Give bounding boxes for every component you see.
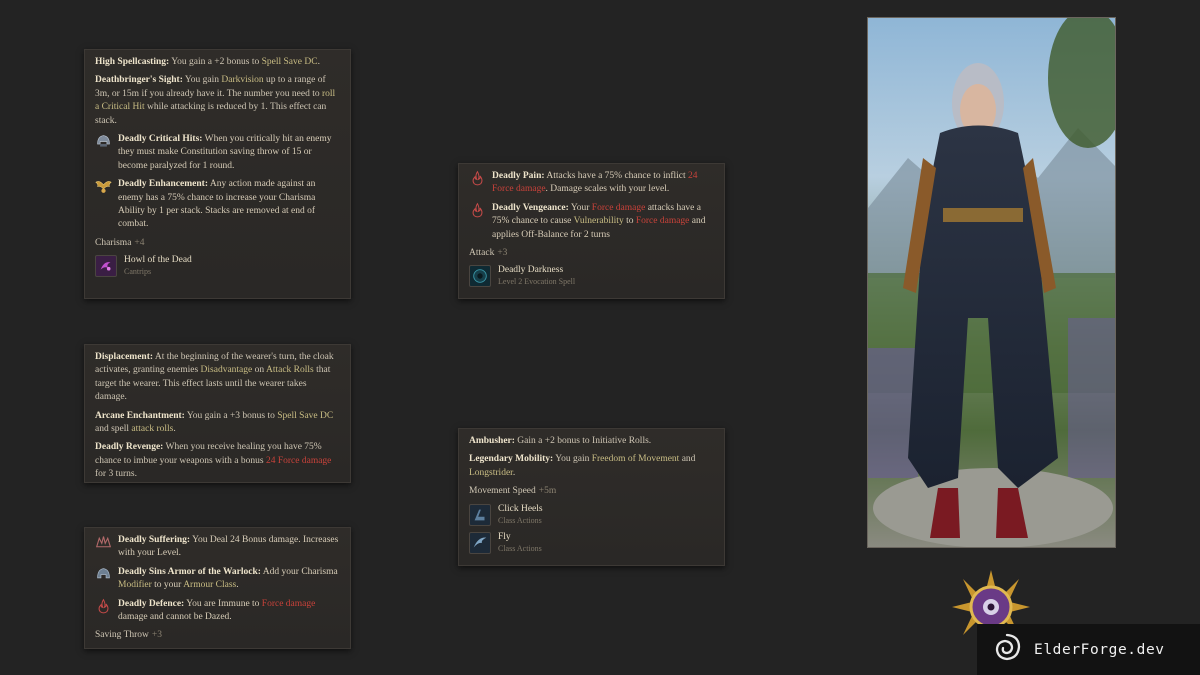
red-flame-icon [469, 170, 486, 187]
property-arcane-enchantment: Arcane Enchantment: You gain a +3 bonus … [95, 410, 334, 435]
tooltip-panel-cloak: Displacement: At the beginning of the we… [84, 344, 351, 483]
property-deadly-suffering: Deadly Suffering: You Deal 24 Bonus dama… [95, 534, 340, 561]
spiked-crown-icon [95, 534, 112, 551]
tooltip-panel-helmet: High Spellcasting: You gain a +2 bonus t… [84, 49, 351, 299]
golden-wings-icon [95, 178, 112, 195]
tooltip-panel-boots: Ambusher: Gain a +2 bonus to Initiative … [458, 428, 725, 566]
property-deathbringers-sight: Deathbringer's Sight: You gain Darkvisio… [95, 75, 336, 126]
tooltip-panel-armor: Deadly Suffering: You Deal 24 Bonus dama… [84, 527, 351, 649]
red-flame-icon [469, 202, 486, 219]
swirl-logo-icon [992, 632, 1022, 667]
click-heels-icon [469, 503, 491, 526]
property-deadly-critical-hits: Deadly Critical Hits: When you criticall… [95, 133, 340, 173]
stat-charisma: Charisma +4 [95, 237, 145, 248]
property-deadly-sins-armor: Deadly Sins Armor of the Warlock: Add yo… [95, 566, 340, 593]
property-deadly-defence: Deadly Defence: You are Immune to Force … [95, 598, 340, 625]
property-high-spellcasting: High Spellcasting: You gain a +2 bonus t… [95, 57, 320, 67]
character-illustration [868, 18, 1115, 547]
armor-helm-icon [95, 566, 112, 583]
property-ambusher: Ambusher: Gain a +2 bonus to Initiative … [469, 436, 652, 446]
property-deadly-pain: Deadly Pain: Attacks have a 75% chance t… [469, 170, 714, 197]
spell-howl-of-the-dead[interactable]: Howl of the Dead Cantrips [95, 254, 340, 278]
red-flame-icon [95, 598, 112, 615]
stat-attack: Attack +3 [469, 248, 508, 259]
property-deadly-enhancement: Deadly Enhancement: Any action made agai… [95, 178, 340, 232]
spell-fly[interactable]: Fly Class Actions [469, 531, 714, 555]
property-deadly-revenge: Deadly Revenge: When you receive healing… [95, 442, 332, 480]
stat-saving-throw: Saving Throw +3 [95, 630, 163, 641]
tooltip-panel-gloves: Deadly Pain: Attacks have a 75% chance t… [458, 163, 725, 299]
spell-deadly-darkness[interactable]: Deadly Darkness Level 2 Evocation Spell [469, 264, 714, 288]
helmet-icon [95, 133, 112, 150]
brand-watermark[interactable]: ElderForge.dev [977, 624, 1200, 675]
howl-of-the-dead-icon [95, 255, 117, 278]
stat-movement-speed: Movement Speed +5m [469, 486, 557, 497]
property-displacement: Displacement: At the beginning of the we… [95, 352, 334, 403]
deadly-darkness-icon [469, 265, 491, 288]
property-legendary-mobility: Legendary Mobility: You gain Freedom of … [469, 454, 696, 478]
brand-text: ElderForge.dev [1034, 641, 1165, 658]
spell-click-heels[interactable]: Click Heels Class Actions [469, 503, 714, 527]
character-portrait [867, 17, 1116, 548]
property-deadly-vengeance: Deadly Vengeance: Your Force damage atta… [469, 202, 714, 242]
fly-icon [469, 531, 491, 554]
